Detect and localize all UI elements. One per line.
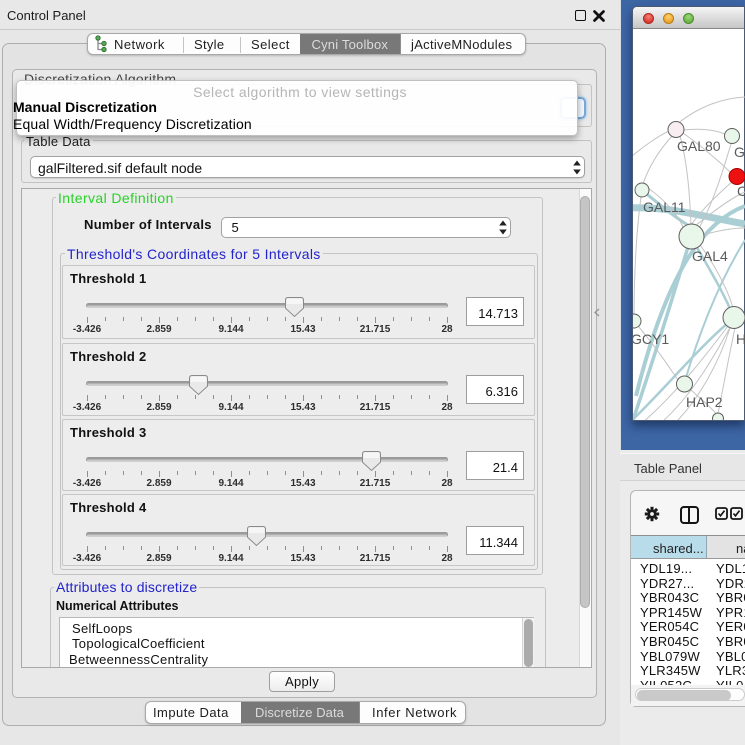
svg-text:GAL80: GAL80 — [677, 138, 721, 154]
svg-text:HI: HI — [736, 331, 745, 347]
svg-text:GAL4: GAL4 — [692, 248, 728, 264]
svg-text:HAP2: HAP2 — [686, 394, 723, 410]
svg-text:C: C — [737, 183, 745, 199]
svg-text:GCY1: GCY1 — [633, 331, 669, 347]
svg-text:GAL11: GAL11 — [643, 199, 686, 215]
svg-text:GA: GA — [734, 144, 745, 160]
